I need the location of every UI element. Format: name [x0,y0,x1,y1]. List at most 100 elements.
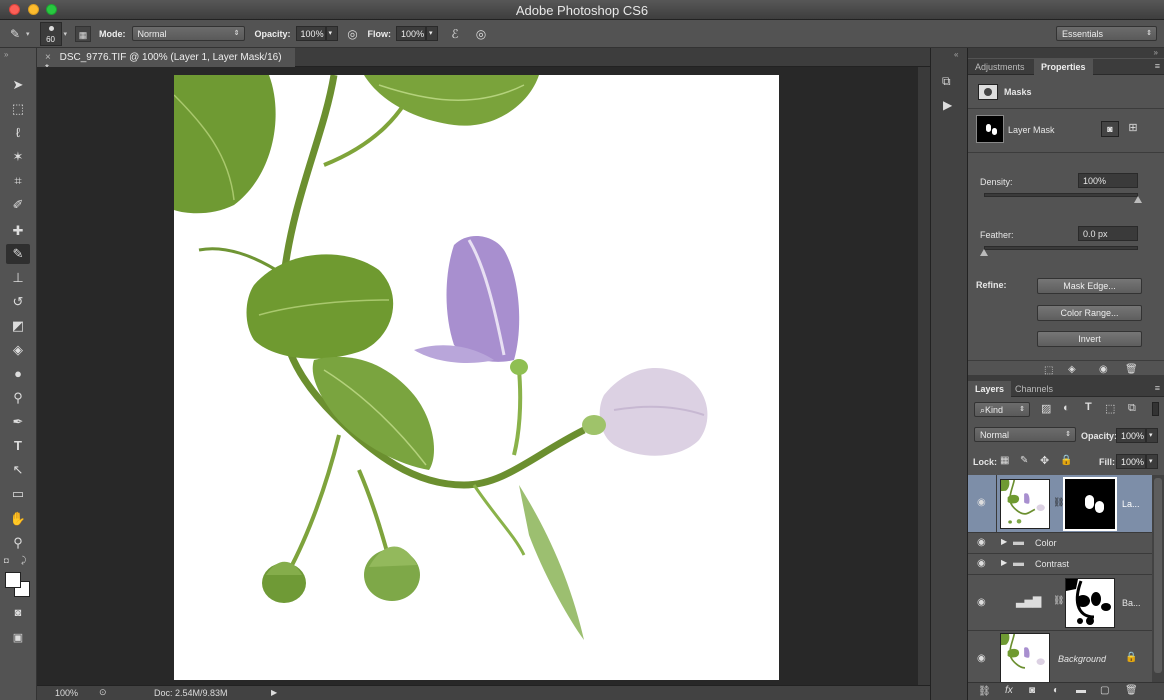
zoom-tool-icon[interactable]: ⚲ [6,533,30,553]
lock-position-icon[interactable]: ✥ [1040,454,1049,467]
pressure-opacity-icon[interactable]: ◎ [344,25,362,43]
vector-mask-button[interactable]: ⊞ [1125,121,1141,137]
eye-icon[interactable]: ◉ [977,537,989,548]
collapse-panels-icon[interactable]: » [1154,48,1158,57]
filter-adjustment-icon[interactable]: ◐ [1063,402,1070,414]
new-layer-icon[interactable]: ▢ [1100,685,1109,696]
layer-row-layer1[interactable]: ◉ ⛓ La... [968,475,1152,533]
tool-preset-dropdown[interactable]: ▾ [26,30,30,38]
lock-image-icon[interactable]: ✎ [1020,455,1028,466]
layers-scrollbar[interactable] [1152,475,1164,682]
layer-filter-dropdown[interactable]: ⌕Kind ⇕ [974,402,1030,417]
blur-tool-icon[interactable]: ● [6,364,30,384]
filter-shape-icon[interactable]: ⬚ [1105,402,1115,415]
foreground-color-swatch[interactable] [5,572,21,588]
opacity-dropdown-arrow[interactable]: ▾ [325,26,338,41]
eye-icon[interactable]: ◉ [977,497,989,508]
layer-row-contrast-group[interactable]: ◉ ▶ ▬ Contrast [968,554,1152,575]
chain-link-icon[interactable]: ⛓ [1053,595,1064,606]
tab-adjustments[interactable]: Adjustments [968,59,1032,75]
lock-all-icon[interactable]: 🔒 [1060,455,1072,466]
brush-tool-icon[interactable]: ✎ [6,25,24,43]
opacity-input[interactable]: 100% [295,26,326,41]
crop-tool-icon[interactable]: ⌗ [6,171,30,191]
new-group-icon[interactable]: ▬ [1076,685,1086,696]
brush-tool-icon[interactable]: ✎ [6,244,30,264]
rectangle-tool-icon[interactable]: ▭ [6,484,30,504]
eye-icon[interactable]: ◉ [977,558,989,569]
brush-picker-arrow[interactable]: ▾ [64,30,68,38]
actions-panel-icon[interactable]: ▶ [943,98,952,112]
tab-layers[interactable]: Layers [968,381,1012,397]
quick-mask-icon[interactable]: ◙ [6,603,30,623]
layer-name[interactable]: Contrast [1035,559,1069,569]
visibility-icon[interactable]: ◉ [1099,364,1108,375]
invert-button[interactable]: Invert [1037,331,1142,347]
healing-brush-tool-icon[interactable]: ✚ [6,221,30,241]
filter-toggle[interactable] [1152,402,1159,416]
density-input[interactable]: 100% [1078,173,1138,188]
flow-dropdown-arrow[interactable]: ▾ [426,26,439,41]
close-tab-icon[interactable]: × [45,52,51,63]
path-selection-tool-icon[interactable]: ↖ [6,460,30,480]
dodge-tool-icon[interactable]: ⚲ [6,388,30,408]
panel-menu-icon[interactable]: ≡ [1155,61,1160,71]
fx-icon[interactable]: fx [1005,685,1013,696]
document-tab[interactable]: × DSC_9776.TIF @ 100% (Layer 1, Layer Ma… [37,48,295,74]
add-mask-icon[interactable]: ◙ [1029,685,1035,696]
layer-name[interactable]: Background [1058,654,1106,664]
density-slider-track[interactable] [984,193,1138,197]
brush-preset-picker[interactable]: 60 [39,21,62,46]
eye-icon[interactable]: ◉ [977,653,989,664]
adjustment-layer-icon[interactable]: ◐ [1053,685,1059,696]
brush-panel-icon[interactable]: ▦ [75,25,92,42]
history-panel-icon[interactable]: ⧉ [942,74,951,89]
delete-mask-icon[interactable]: 🗑 [1125,364,1138,375]
eyedropper-tool-icon[interactable]: ✐ [6,195,30,215]
swap-colors-icon[interactable]: ⤸ [21,555,26,566]
feather-slider-thumb[interactable] [980,249,988,256]
screen-mode-icon[interactable]: ▣ [6,628,30,648]
layer-name[interactable]: Ba... [1122,598,1141,608]
flow-input[interactable]: 100% [396,26,427,41]
expand-triangle-icon[interactable]: ▶ [1001,558,1007,567]
feather-input[interactable]: 0.0 px [1078,226,1138,241]
eye-icon[interactable]: ◉ [977,597,989,608]
layers-menu-icon[interactable]: ≡ [1155,383,1160,393]
filter-type-icon[interactable]: T [1085,401,1092,413]
magic-wand-tool-icon[interactable]: ✶ [6,147,30,167]
layer-mask-thumbnail[interactable] [1063,477,1117,531]
status-icon[interactable]: ⊙ [99,687,107,698]
mask-edge-button[interactable]: Mask Edge... [1037,278,1142,294]
layer-opacity-input[interactable]: 100% [1116,428,1146,443]
layer-row-color-group[interactable]: ◉ ▶ ▬ Color [968,533,1152,554]
density-slider-thumb[interactable] [1134,196,1142,203]
link-layers-icon[interactable]: ⛓ [978,686,991,697]
lock-transparent-icon[interactable]: ▦ [1000,455,1009,466]
pressure-size-icon[interactable]: ◎ [472,25,490,43]
stamp-tool-icon[interactable]: ⊥ [6,268,30,288]
type-tool-icon[interactable]: T [6,436,30,456]
fill-input[interactable]: 100% [1116,454,1146,469]
color-range-button[interactable]: Color Range... [1037,305,1142,321]
filter-pixel-icon[interactable]: ▨ [1041,402,1051,415]
lasso-tool-icon[interactable]: ℓ [6,123,30,143]
blend-mode-dropdown[interactable]: Normal ⇕ [974,427,1076,442]
paint-bucket-tool-icon[interactable]: ◈ [6,340,30,360]
collapse-toolbox-icon[interactable]: » [4,50,8,59]
canvas-area[interactable] [37,67,930,685]
zoom-level[interactable]: 100% [55,688,78,698]
eraser-tool-icon[interactable]: ◩ [6,316,30,336]
move-tool-icon[interactable]: ➤ [6,75,30,95]
tab-properties[interactable]: Properties [1034,59,1093,75]
hand-tool-icon[interactable]: ✋ [6,509,30,529]
workspace-dropdown[interactable]: Essentials ⇕ [1056,26,1157,41]
vertical-scrollbar[interactable] [918,67,930,685]
layer-name[interactable]: La... [1122,499,1140,509]
airbrush-icon[interactable]: ℰ [446,25,464,43]
layer-name[interactable]: Color [1035,538,1057,548]
pixel-mask-button[interactable]: ◙ [1101,121,1119,137]
layer-row-background[interactable]: ◉ Background 🔒 [968,631,1152,685]
expand-triangle-icon[interactable]: ▶ [1001,537,1007,546]
history-brush-tool-icon[interactable]: ↺ [6,292,30,312]
